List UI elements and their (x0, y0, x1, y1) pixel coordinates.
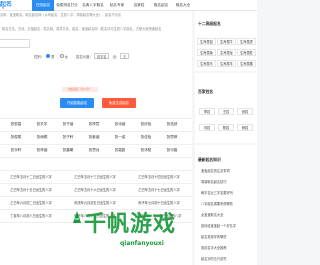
article-link[interactable]: 如何给宝宝起一个好名字 (201, 223, 257, 228)
bazi-link[interactable]: 丙戌年九月初五日出生的八字 (64, 200, 126, 205)
male-radio[interactable] (46, 54, 51, 58)
name-suggestion[interactable]: 张梓涵 (32, 148, 52, 153)
name-suggestion[interactable]: 张浩然 (162, 122, 182, 127)
name-suggestion[interactable]: 张晨曦 (58, 148, 78, 153)
name-suggestion[interactable]: 张梓萱 (84, 122, 104, 127)
name-suggestion[interactable]: 张沐阳 (136, 148, 156, 153)
watermark-text: 千帆游戏 (84, 212, 177, 237)
knowledge-box-title: 最新起名知识 (198, 157, 221, 162)
bazi-link[interactable]: 乙巳年五月十五日出生的八字 (0, 187, 62, 192)
zodiac-chip[interactable]: 生肖属羊 (217, 60, 236, 67)
nav-naming-expert[interactable]: 起名专家 (106, 0, 128, 11)
surname-input[interactable] (0, 39, 30, 48)
article-link[interactable]: 男孩名字大全推荐 (201, 245, 257, 250)
surname-chip[interactable]: 张姓 (237, 108, 253, 115)
article-link[interactable]: 八字起名需要考虑哪些 (201, 201, 257, 206)
nav-name-test[interactable]: 免费测名打分 (54, 0, 80, 11)
name-suggestion[interactable]: 张子轩 (58, 135, 78, 140)
zodiac-chip[interactable]: 生肖属牛 (217, 38, 236, 45)
watermark-logo-icon (73, 211, 81, 223)
name-suggestion[interactable]: 张佳怡 (136, 135, 156, 140)
name-suggestion[interactable]: 张可馨 (162, 148, 182, 153)
zodiac-chip[interactable]: 生肖属虎 (237, 38, 256, 45)
female-label: 女 (64, 54, 68, 59)
name-length-label: 姓名长度： (75, 54, 93, 59)
bazi-link[interactable]: 丙子年七月初十日出生的八字 (128, 200, 190, 205)
gender-label: 性别： (34, 54, 45, 59)
name-length-select[interactable]: 双字名 (93, 53, 110, 59)
name-suggestion[interactable]: 张俊熙 (6, 135, 26, 140)
article-link[interactable]: 女宝宝取名大全 (201, 212, 257, 217)
divider (0, 157, 192, 158)
surname-chip[interactable]: 陈姓 (218, 124, 234, 131)
site-notice: 名称、宝宝取名，取名起名网（公司起名、生辰八字、周易起名等大全），起名不为名 (0, 13, 122, 17)
surname-chip[interactable]: 杨姓 (237, 124, 253, 131)
name-suggestion[interactable]: 张诗涵 (110, 122, 130, 127)
naming-form-options: 性别： 男 女 姓名长度： 双字名 出： 王 (34, 53, 130, 59)
name-suggestion[interactable]: 张天宇 (32, 122, 52, 127)
bazi-link[interactable]: 乙巳年五月十二日出生的八字 (0, 174, 62, 179)
extra-label: 出： (112, 54, 120, 59)
bazi-link[interactable]: 乙巳年六月初二日出生的八字 (0, 200, 62, 205)
nav-online-naming[interactable]: 在线起名 (32, 0, 54, 11)
nav-name-collection[interactable]: 取名大全 (172, 0, 194, 11)
free-naming-button[interactable]: 免费生成起名 (102, 98, 136, 108)
divider (0, 118, 192, 119)
name-suggestion[interactable]: 张欣怡 (136, 122, 156, 127)
name-suggestion[interactable]: 张思琪 (162, 135, 182, 140)
article-link[interactable]: 宝宝起名的注意事项 (201, 168, 257, 173)
bazi-hint: 姓名起名（合八字） (62, 87, 98, 92)
top-navigation-bar: 起名网 在线起名 免费测名打分 名典八字取名 起名专家 百家姓 取名起名 取名大… (0, 0, 257, 11)
zodiac-chip[interactable]: 生肖属马 (197, 60, 216, 67)
divider (0, 196, 192, 197)
nav-take-name[interactable]: 取名起名 (150, 0, 172, 11)
nav-surnames[interactable]: 百家姓 (128, 0, 150, 11)
bazi-link[interactable]: 乙巳年五月十三日出生的八字 (64, 174, 126, 179)
bazi-link[interactable]: 乙巳年五月十七日出生的八字 (128, 187, 190, 192)
zodiac-chip[interactable]: 生肖属猴 (237, 60, 256, 67)
name-suggestion[interactable]: 张哲嘉 (6, 122, 26, 127)
site-logo[interactable]: 起名网 (0, 1, 20, 11)
watermark-subtext: qianfanyouxi (120, 240, 164, 247)
bazi-link[interactable]: 丁亥年八月初八日出生的八字 (0, 213, 62, 218)
article-link[interactable]: 起名字的五行讲究 (201, 256, 257, 261)
zodiac-chip[interactable]: 生肖属鼠 (197, 38, 216, 45)
name-suggestion[interactable]: 张子涵 (58, 122, 78, 127)
male-label: 男 (51, 54, 55, 59)
main-nav: 在线起名 免费测名打分 名典八字取名 起名专家 百家姓 取名起名 取名大全 (32, 0, 194, 11)
surname-chip[interactable]: 王姓 (218, 108, 234, 115)
surname-box-title: 百家姓名 (198, 89, 214, 94)
female-radio[interactable] (59, 54, 64, 58)
article-link[interactable]: 起名常用字有哪些 (201, 234, 257, 239)
zodiac-chip[interactable]: 生肖属蛇 (237, 49, 256, 56)
footer-area (0, 255, 192, 265)
name-suggestion[interactable]: 张嘉懿 (110, 148, 130, 153)
nav-bazi-naming[interactable]: 名典八字取名 (80, 0, 106, 11)
divider (0, 170, 192, 171)
name-suggestion[interactable]: 张紫涵 (84, 135, 104, 140)
bazi-link[interactable]: 乙巳年五月十六日出生的八字 (64, 187, 126, 192)
name-suggestion[interactable]: 张雨桐 (32, 135, 52, 140)
name-suggestion[interactable]: 张一诺 (110, 135, 130, 140)
zodiac-box-title: 十二高级起名 (198, 21, 221, 26)
article-link[interactable]: 周易取名起名技巧 (201, 179, 257, 184)
start-naming-button[interactable]: 开始智能起名 (60, 98, 94, 108)
divider (0, 144, 192, 145)
zodiac-chip[interactable]: 生肖属兔 (197, 49, 216, 56)
surname-chip[interactable]: 李姓 (199, 108, 215, 115)
name-suggestion[interactable]: 张思远 (84, 148, 104, 153)
divider (0, 131, 192, 132)
site-description: 取名方法，古诗、五福起名，姓名网，易学文化，起名、宝宝起名网（姓名评分生辰八字起… (2, 27, 162, 31)
article-link[interactable]: 两字名比三字名更好吗 (201, 190, 257, 195)
zodiac-chip[interactable]: 生肖属龙 (217, 49, 236, 56)
name-suggestion[interactable]: 张宇轩 (6, 148, 26, 153)
extra-select[interactable]: 王 (120, 53, 130, 59)
bazi-link[interactable]: 乙巳年五月十四日出生的八字 (128, 174, 190, 179)
surname-chip[interactable]: 刘姓 (199, 124, 215, 131)
divider (0, 183, 192, 184)
